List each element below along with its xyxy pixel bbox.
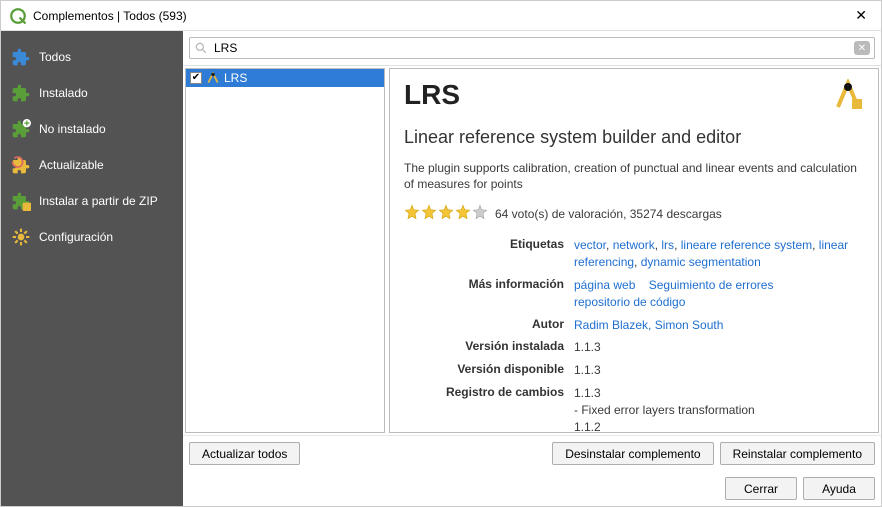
search-icon: [194, 41, 208, 55]
meta-label-installed-version: Versión instalada: [404, 339, 564, 356]
homepage-link[interactable]: página web: [574, 278, 635, 292]
rating-text: 64 voto(s) de valoración, 35274 descarga…: [495, 207, 722, 221]
update-all-button[interactable]: Actualizar todos: [189, 442, 300, 465]
sidebar-item-label: Actualizable: [39, 158, 104, 172]
tag-link[interactable]: network: [613, 238, 655, 252]
meta-value-installed-version: 1.1.3: [574, 339, 864, 356]
changelog-line: 1.1.3: [574, 385, 864, 402]
plugin-logo-icon: [832, 79, 864, 111]
dialog-footer: Cerrar Ayuda: [183, 471, 881, 506]
sidebar-item-label: Todos: [39, 50, 71, 64]
search-box[interactable]: ✕: [189, 37, 875, 59]
clear-search-icon[interactable]: ✕: [854, 41, 870, 55]
puzzle-zip-icon: [11, 191, 31, 211]
sidebar-item-label: Instalar a partir de ZIP: [39, 194, 158, 208]
sidebar-item-instalar-zip[interactable]: Instalar a partir de ZIP: [5, 183, 179, 219]
plugin-subtitle: Linear reference system builder and edit…: [404, 127, 864, 148]
close-button[interactable]: Cerrar: [725, 477, 797, 500]
puzzle-icon: [11, 47, 31, 67]
sidebar-item-label: Instalado: [39, 86, 88, 100]
puzzle-check-icon: [11, 83, 31, 103]
author-link[interactable]: Radim Blazek, Simon South: [574, 318, 723, 332]
action-row: Actualizar todos Desinstalar complemento…: [183, 435, 881, 471]
window-title: Complementos | Todos (593): [33, 9, 849, 23]
tag-link[interactable]: lrs: [661, 238, 674, 252]
meta-value-author: Radim Blazek, Simon South: [574, 317, 864, 334]
changelog-line: 1.1.2: [574, 419, 864, 433]
meta-label-author: Autor: [404, 317, 564, 334]
star-icon: [421, 204, 437, 223]
uninstall-button[interactable]: Desinstalar complemento: [552, 442, 713, 465]
meta-value-tags: vector, network, lrs, lineare reference …: [574, 237, 864, 271]
qgis-icon: [9, 7, 27, 25]
star-empty-icon: [472, 204, 488, 223]
plugin-name: LRS: [404, 79, 832, 111]
plugin-description: The plugin supports calibration, creatio…: [404, 160, 864, 192]
tag-link[interactable]: dynamic segmentation: [641, 255, 761, 269]
repo-link[interactable]: repositorio de código: [574, 295, 685, 309]
title-bar: Complementos | Todos (593) ✕: [1, 1, 881, 31]
tag-link[interactable]: vector: [574, 238, 606, 252]
plugin-list[interactable]: ✔ LRS: [185, 68, 385, 433]
changelog-line: - Fixed error layers transformation: [574, 402, 864, 419]
reinstall-button[interactable]: Reinstalar complemento: [720, 442, 875, 465]
checkbox-icon[interactable]: ✔: [190, 72, 202, 84]
search-bar: ✕: [183, 31, 881, 66]
meta-value-more-info: página web Seguimiento de errores reposi…: [574, 277, 864, 311]
meta-label-more-info: Más información: [404, 277, 564, 311]
puzzle-plus-icon: [11, 119, 31, 139]
puzzle-refresh-icon: [11, 155, 31, 175]
meta-value-available-version: 1.1.3: [574, 362, 864, 379]
help-button[interactable]: Ayuda: [803, 477, 875, 500]
plugin-rating: 64 voto(s) de valoración, 35274 descarga…: [404, 204, 864, 223]
star-icon: [404, 204, 420, 223]
sidebar-item-todos[interactable]: Todos: [5, 39, 179, 75]
star-icon: [455, 204, 471, 223]
sidebar-item-label: No instalado: [39, 122, 106, 136]
meta-value-changelog: 1.1.3 - Fixed error layers transformatio…: [574, 385, 864, 433]
sidebar-item-label: Configuración: [39, 230, 113, 244]
star-icon: [438, 204, 454, 223]
gear-icon: [11, 227, 31, 247]
sidebar: Todos Instalado No instalado Actualizabl…: [1, 31, 183, 506]
sidebar-item-instalado[interactable]: Instalado: [5, 75, 179, 111]
meta-label-available-version: Versión disponible: [404, 362, 564, 379]
close-icon[interactable]: ✕: [849, 7, 873, 24]
sidebar-item-no-instalado[interactable]: No instalado: [5, 111, 179, 147]
list-item-label: LRS: [224, 71, 247, 85]
sidebar-item-configuracion[interactable]: Configuración: [5, 219, 179, 255]
plugin-icon: [206, 71, 220, 85]
meta-label-tags: Etiquetas: [404, 237, 564, 271]
meta-label-changelog: Registro de cambios: [404, 385, 564, 433]
sidebar-item-actualizable[interactable]: Actualizable: [5, 147, 179, 183]
plugin-detail: LRS Linear reference system builder and …: [389, 68, 879, 433]
list-item[interactable]: ✔ LRS: [186, 69, 384, 87]
bugtracker-link[interactable]: Seguimiento de errores: [649, 278, 774, 292]
search-input[interactable]: [214, 41, 850, 55]
tag-link[interactable]: lineare reference system: [681, 238, 812, 252]
